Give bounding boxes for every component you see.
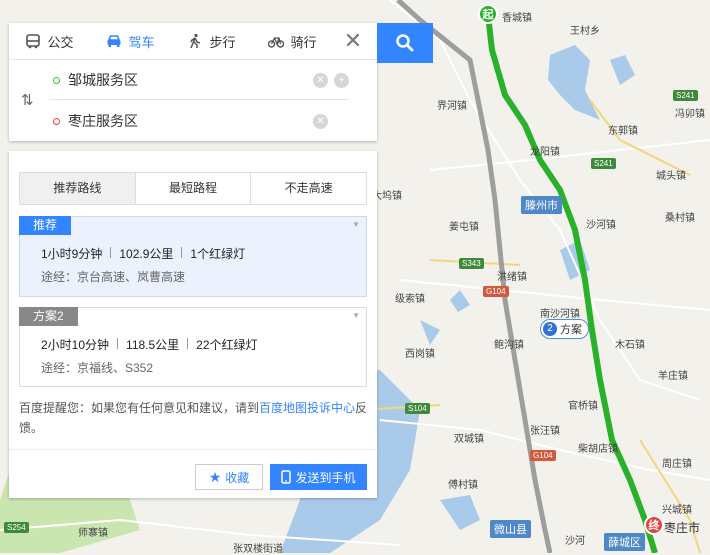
route-results-panel: 推荐路线 最短路程 不走高速 推荐 ▼ 1小时9分钟 102.9公里 1个红绿灯… — [9, 151, 377, 498]
town-label: 沙河镇 — [586, 220, 616, 231]
send-label: 发送到手机 — [295, 470, 356, 485]
town-label: 沙河 — [565, 536, 585, 547]
road-shield: S241 — [591, 158, 616, 169]
town-label: 界河镇 — [437, 101, 467, 112]
route-search-panel: 公交 驾车 步行 骑行 ✕ ⇅ 邹城服务区 ✕ + 枣庄服务区 ✕ — [9, 23, 377, 141]
send-to-phone-button[interactable]: 发送到手机 — [270, 464, 367, 490]
complaint-center-link[interactable]: 百度地图投诉中心 — [259, 401, 355, 415]
town-label: 木石镇 — [615, 340, 645, 351]
route-tag: 推荐 — [19, 216, 72, 235]
favorite-button[interactable]: ★ 收藏 — [195, 464, 263, 490]
town-label: 级索镇 — [395, 294, 425, 305]
tab-bus[interactable]: 公交 — [9, 32, 90, 51]
town-label: 南沙河镇 — [540, 309, 580, 320]
town-label: 桑村镇 — [665, 213, 695, 224]
city-label: 微山县 — [490, 520, 531, 538]
town-label: 冯卯镇 — [675, 109, 705, 120]
alt-route-number: 2 — [543, 322, 557, 336]
tab-drive[interactable]: 驾车 — [90, 32, 171, 51]
city-label: 枣庄市 — [664, 521, 701, 535]
tab-label: 步行 — [209, 34, 236, 50]
town-label: 姜屯镇 — [449, 222, 479, 233]
route-distance: 118.5公里 — [126, 338, 180, 352]
search-button[interactable] — [377, 23, 433, 63]
car-icon — [107, 35, 121, 47]
tip-text: 百度提醒您：如果您有任何意见和建议，请到 — [19, 401, 260, 415]
add-waypoint-icon[interactable]: + — [334, 72, 349, 88]
town-label: 周庄镇 — [662, 459, 692, 470]
city-label: 薛城区 — [604, 533, 645, 551]
road-shield: S254 — [4, 522, 29, 533]
route-duration: 1小时9分钟 — [41, 247, 103, 261]
origin-value: 邹城服务区 — [68, 72, 138, 88]
town-label: 东郭镇 — [608, 126, 638, 137]
expand-icon[interactable]: ▼ — [352, 220, 360, 229]
route-distance: 102.9公里 — [119, 247, 174, 261]
route-tag: 方案2 — [19, 307, 78, 326]
favorite-label: 收藏 — [225, 470, 250, 485]
route-option-1[interactable]: 推荐 ▼ 1小时9分钟 102.9公里 1个红绿灯 途经：京台高速、岚曹高速 — [19, 216, 367, 297]
alt-route-bubble[interactable]: 2 方案 — [540, 319, 589, 339]
origin-dot-icon — [53, 76, 60, 84]
tab-label: 驾车 — [128, 34, 155, 50]
town-label: 香城镇 — [502, 13, 532, 24]
search-icon — [396, 34, 414, 52]
town-label: 王村乡 — [570, 26, 600, 37]
road-shield: G104 — [483, 286, 509, 297]
town-label: 鲍沟镇 — [494, 340, 524, 351]
road-shield: G104 — [530, 450, 556, 461]
route-lights: 1个红绿灯 — [190, 247, 246, 261]
close-icon[interactable]: ✕ — [333, 28, 373, 54]
town-label: 龙阳镇 — [530, 147, 560, 158]
town-label: 兴城镇 — [662, 505, 692, 516]
route-stats: 1小时9分钟 102.9公里 1个红绿灯 — [41, 245, 245, 262]
destination-value: 枣庄服务区 — [68, 113, 138, 129]
route-duration: 2小时10分钟 — [41, 338, 110, 352]
alt-route-label: 方案 — [560, 324, 582, 336]
route-option-2[interactable]: 方案2 ▼ 2小时10分钟 118.5公里 22个红绿灯 途经：京福线、S352 — [19, 307, 367, 387]
town-label: 师寨镇 — [78, 528, 108, 539]
town-label: 张汪镇 — [530, 426, 560, 437]
origin-field[interactable]: 邹城服务区 ✕ + — [49, 61, 349, 100]
town-label: 官桥镇 — [568, 401, 598, 412]
destination-field[interactable]: 枣庄服务区 ✕ — [49, 102, 349, 140]
tab-label: 骑行 — [290, 34, 317, 50]
start-marker[interactable]: 起 — [478, 4, 498, 24]
route-lights: 22个红绿灯 — [196, 338, 258, 352]
road-shield: S241 — [673, 90, 698, 101]
tab-shortest[interactable]: 最短路程 — [136, 173, 252, 204]
star-icon: ★ — [208, 468, 222, 485]
clear-icon[interactable]: ✕ — [313, 113, 328, 129]
town-label: 西岗镇 — [405, 349, 435, 360]
town-label: 洪绪镇 — [497, 272, 527, 283]
route-via: 途经：京福线、S352 — [41, 361, 154, 375]
feedback-tip: 百度提醒您：如果您有任何意见和建议，请到百度地图投诉中心反馈。 — [19, 398, 369, 438]
swap-icon[interactable]: ⇅ — [21, 91, 34, 109]
destination-dot-icon — [53, 117, 60, 125]
road-shield: S104 — [405, 403, 430, 414]
tab-no-highway[interactable]: 不走高速 — [251, 173, 366, 204]
tab-bike[interactable]: 骑行 — [252, 32, 333, 51]
end-marker[interactable]: 终 — [644, 515, 664, 535]
tab-walk[interactable]: 步行 — [171, 32, 252, 51]
road-shield: S343 — [459, 258, 484, 269]
clear-icon[interactable]: ✕ — [313, 72, 328, 88]
bus-icon — [26, 34, 41, 49]
route-preference-tabs: 推荐路线 最短路程 不走高速 — [19, 172, 367, 205]
town-label: 城头镇 — [656, 171, 686, 182]
route-via: 途经：京台高速、岚曹高速 — [41, 270, 186, 284]
route-stats: 2小时10分钟 118.5公里 22个红绿灯 — [41, 336, 258, 353]
bike-icon — [268, 37, 285, 48]
town-label: 傅村镇 — [448, 480, 478, 491]
town-label: 羊庄镇 — [658, 371, 688, 382]
phone-icon — [281, 470, 292, 484]
town-label: 柴胡店镇 — [578, 444, 618, 455]
expand-icon[interactable]: ▼ — [352, 311, 360, 320]
city-label: 滕州市 — [521, 196, 562, 214]
town-label: 双城镇 — [454, 434, 484, 445]
walk-icon — [190, 33, 201, 49]
transport-mode-tabs: 公交 驾车 步行 骑行 ✕ — [9, 23, 377, 60]
tab-label: 公交 — [47, 34, 74, 50]
tab-recommended[interactable]: 推荐路线 — [20, 173, 136, 204]
